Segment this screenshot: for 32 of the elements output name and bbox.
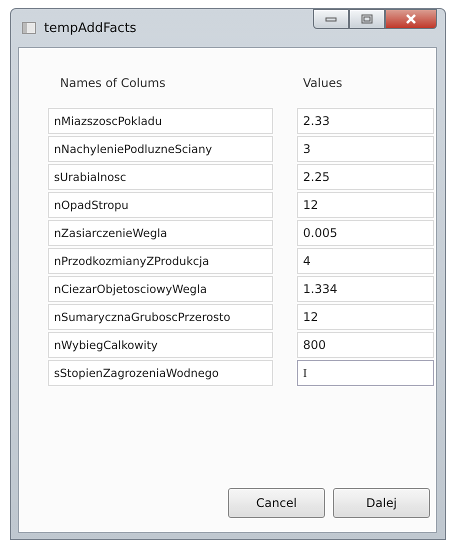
input-field[interactable]: 2.25	[297, 164, 434, 190]
window-icon	[22, 22, 36, 34]
input-field[interactable]: 4	[297, 248, 434, 274]
next-button[interactable]: Dalej	[333, 488, 430, 518]
close-icon	[405, 14, 417, 24]
maximize-button[interactable]	[349, 9, 385, 29]
field-label: nSumarycznaGruboscPrzerosto	[48, 304, 273, 330]
input-field[interactable]: 12	[297, 192, 434, 218]
input-field[interactable]: 3	[297, 136, 434, 162]
field-label: sStopienZagrozeniaWodnego	[48, 360, 273, 386]
column-header: Values	[302, 76, 344, 92]
window-title: tempAddFacts	[44, 20, 136, 36]
maximize-icon	[361, 14, 373, 24]
field-label: nPrzodkozmianyZProdukcja	[48, 248, 273, 274]
field-label: nMiazszoscPokladu	[48, 108, 273, 134]
field-label: sUrabialnosc	[48, 164, 273, 190]
field-label: nNachyleniePodluzneSciany	[48, 136, 273, 162]
field-label: nWybiegCalkowity	[48, 332, 273, 358]
input-field[interactable]: I	[297, 360, 434, 386]
input-field[interactable]: 12	[297, 304, 434, 330]
field-label: nZasiarczenieWegla	[48, 220, 273, 246]
field-label: nOpadStropu	[48, 192, 273, 218]
close-button[interactable]	[385, 9, 437, 29]
input-field[interactable]: 800	[297, 332, 434, 358]
cancel-button[interactable]: Cancel	[228, 488, 325, 518]
column-header: Names of Colums	[59, 76, 166, 92]
minimize-icon	[325, 16, 337, 22]
input-field[interactable]: 0.005	[297, 220, 434, 246]
input-field[interactable]: 2.33	[297, 108, 434, 134]
field-label: nCiezarObjetosciowyWegla	[48, 276, 273, 302]
input-field[interactable]: 1.334	[297, 276, 434, 302]
minimize-button[interactable]	[313, 9, 349, 29]
